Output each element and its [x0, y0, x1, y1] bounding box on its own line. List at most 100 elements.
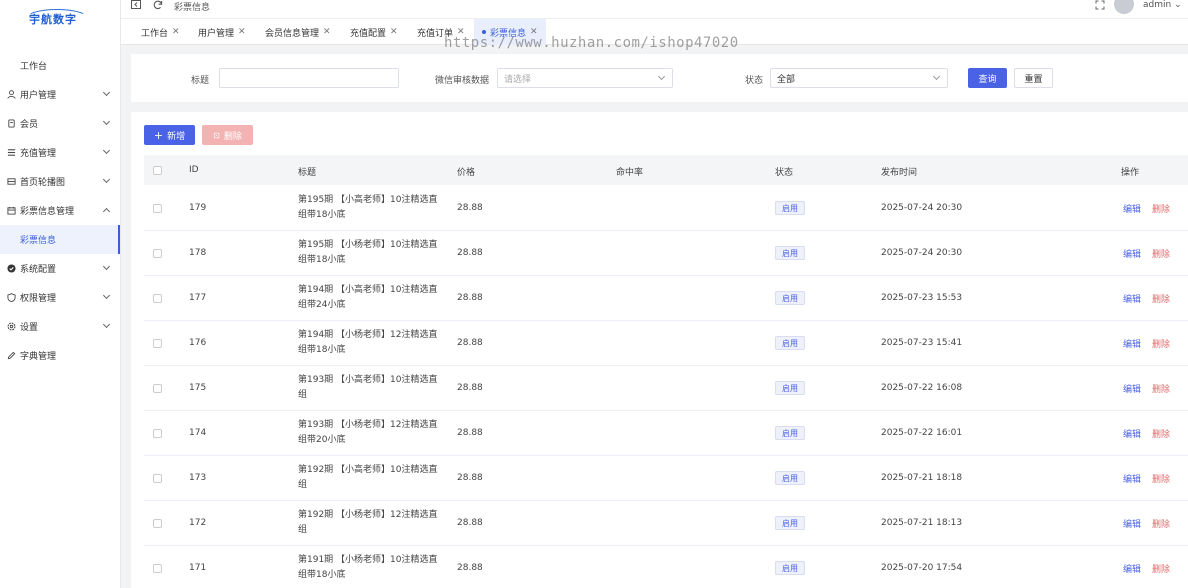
wechat-select-placeholder: 请选择 [504, 74, 532, 85]
sidebar-item-system-config[interactable]: 系统配置 [0, 254, 120, 283]
table-row[interactable]: 175 第193期 【小高老师】10注精选直组 28.88 启用 2025-07-22 … [144, 366, 1188, 411]
edit-link[interactable]: 编辑 [1123, 562, 1141, 575]
tab-recharge-config[interactable]: 充值配置 ✕ [350, 19, 398, 45]
table-row[interactable]: 178 第195期 【小杨老师】10注精选直组带18小底 28.88 启用 2025-0… [144, 231, 1188, 276]
gear-icon [6, 322, 16, 332]
edit-icon [6, 351, 16, 361]
delete-link[interactable]: 删除 [1152, 292, 1170, 305]
tab-recharge-order[interactable]: 充值订单 ✕ [417, 19, 465, 45]
cell-title: 第195期 【小杨老师】10注精选直组带18小底 [298, 240, 438, 265]
sidebar-item-label: 工作台 [20, 62, 48, 72]
status-badge: 启用 [775, 471, 805, 485]
tab-user-management[interactable]: 用户管理 ✕ [198, 19, 246, 45]
reset-button[interactable]: 重置 [1014, 68, 1053, 88]
delete-link[interactable]: 删除 [1152, 202, 1170, 215]
wechat-select[interactable]: 请选择 [497, 68, 673, 88]
cell-publish-time: 2025-07-22 16:08 [881, 383, 963, 393]
table-row[interactable]: 172 第192期 【小杨老师】12注精选直组 28.88 启用 2025-07-21 … [144, 501, 1188, 546]
chevron-down-icon [102, 175, 111, 184]
sidebar-item-recharge-management[interactable]: 充值管理 [0, 138, 120, 167]
table-header: ID 标题 价格 命中率 状态 发布时间 操作 [144, 155, 1188, 185]
table-row[interactable]: 173 第192期 【小高老师】10注精选直组 28.88 启用 2025-07-21 … [144, 456, 1188, 501]
title-input[interactable] [219, 68, 399, 88]
delete-link[interactable]: 删除 [1152, 562, 1170, 575]
table-row[interactable]: 174 第193期 【小杨老师】12注精选直组带20小底 28.88 启用 2025-0… [144, 411, 1188, 456]
table-row[interactable]: 177 第194期 【小高老师】10注精选直组带24小底 28.88 启用 2025-0… [144, 276, 1188, 321]
delete-link[interactable]: 删除 [1152, 337, 1170, 350]
query-button[interactable]: 查询 [968, 68, 1007, 88]
sidebar-item-lottery-info[interactable]: 彩票信息 [0, 225, 120, 254]
status-badge: 启用 [775, 246, 805, 260]
delete-button[interactable]: ⊡ 删除 [202, 125, 253, 145]
edit-link[interactable]: 编辑 [1123, 472, 1141, 485]
add-button[interactable]: + 新增 [144, 125, 195, 145]
edit-link[interactable]: 编辑 [1123, 517, 1141, 530]
edit-link[interactable]: 编辑 [1123, 202, 1141, 215]
sidebar-item-workbench[interactable]: 工作台 [0, 51, 120, 80]
row-checkbox[interactable] [153, 294, 162, 303]
sidebar-item-lottery-management[interactable]: 彩票信息管理 [0, 196, 120, 225]
active-dot-icon [482, 30, 486, 34]
sidebar-item-settings[interactable]: 设置 [0, 312, 120, 341]
close-icon[interactable]: ✕ [390, 27, 398, 37]
row-checkbox[interactable] [153, 384, 162, 393]
sidebar-item-label: 充值管理 [20, 149, 57, 159]
refresh-icon[interactable] [153, 0, 163, 13]
edit-link[interactable]: 编辑 [1123, 292, 1141, 305]
delete-link[interactable]: 删除 [1152, 247, 1170, 260]
sidebar-item-user-management[interactable]: 用户管理 [0, 80, 120, 109]
sidebar-item-dictionary[interactable]: 字典管理 [0, 341, 120, 370]
edit-link[interactable]: 编辑 [1123, 247, 1141, 260]
sidebar-item-carousel[interactable]: 首页轮播图 [0, 167, 120, 196]
row-checkbox[interactable] [153, 204, 162, 213]
delete-link[interactable]: 删除 [1152, 382, 1170, 395]
calendar-icon [6, 206, 16, 216]
search-panel: 标题 微信审核数据 请选择 状态 全部 查询 重置 [131, 54, 1188, 102]
close-icon[interactable]: ✕ [457, 27, 465, 37]
delete-link[interactable]: 删除 [1152, 427, 1170, 440]
row-checkbox[interactable] [153, 249, 162, 258]
tab-lottery-info[interactable]: 彩票信息 ✕ [474, 19, 546, 45]
delete-link[interactable]: 删除 [1152, 517, 1170, 530]
table-panel: + 新增 ⊡ 删除 ID 标题 价格 命中率 状态 发布时间 操作 179 第195期… [131, 112, 1188, 588]
cell-title: 第194期 【小杨老师】12注精选直组带18小底 [298, 330, 438, 355]
sidebar-item-permission[interactable]: 权限管理 [0, 283, 120, 312]
avatar[interactable] [1114, 0, 1134, 14]
table-row[interactable]: 176 第194期 【小杨老师】12注精选直组带18小底 28.88 启用 2025-0… [144, 321, 1188, 366]
member-icon [6, 119, 16, 129]
close-icon[interactable]: ✕ [530, 27, 538, 37]
status-badge: 启用 [775, 381, 805, 395]
sidebar-item-label: 设置 [20, 323, 39, 333]
select-all-checkbox[interactable] [153, 166, 162, 175]
tab-member-info[interactable]: 会员信息管理 ✕ [265, 19, 331, 45]
cell-title: 第193期 【小杨老师】12注精选直组带20小底 [298, 420, 438, 445]
carousel-icon [6, 177, 16, 187]
user-menu[interactable]: admin ⌄ [1143, 0, 1182, 10]
edit-link[interactable]: 编辑 [1123, 382, 1141, 395]
cell-id: 173 [189, 473, 207, 483]
delete-link[interactable]: 删除 [1152, 472, 1170, 485]
fullscreen-icon[interactable] [1095, 0, 1105, 13]
sidebar-item-label: 彩票信息 [20, 236, 57, 246]
row-checkbox[interactable] [153, 339, 162, 348]
table-row[interactable]: 171 第191期 【小杨老师】10注精选直组带18小底 28.88 启用 2025-0… [144, 546, 1188, 588]
cell-publish-time: 2025-07-20 17:54 [881, 563, 963, 573]
tab-workbench[interactable]: 工作台 ✕ [141, 19, 180, 45]
wechat-label: 微信审核数据 [435, 76, 490, 86]
close-icon[interactable]: ✕ [172, 27, 180, 37]
sidebar-item-member[interactable]: 会员 [0, 109, 120, 138]
status-select[interactable]: 全部 [770, 68, 948, 88]
cell-publish-time: 2025-07-23 15:53 [881, 293, 963, 303]
row-checkbox[interactable] [153, 564, 162, 573]
close-icon[interactable]: ✕ [238, 27, 246, 37]
table-row[interactable]: 179 第195期 【小高老师】10注精选直组带18小底 28.88 启用 2025-0… [144, 186, 1188, 231]
chevron-down-icon [102, 291, 111, 300]
edit-link[interactable]: 编辑 [1123, 427, 1141, 440]
row-checkbox[interactable] [153, 519, 162, 528]
collapse-sidebar-icon[interactable] [131, 0, 141, 13]
close-icon[interactable]: ✕ [323, 27, 331, 37]
edit-link[interactable]: 编辑 [1123, 337, 1141, 350]
row-checkbox[interactable] [153, 429, 162, 438]
user-icon [6, 90, 16, 100]
row-checkbox[interactable] [153, 474, 162, 483]
